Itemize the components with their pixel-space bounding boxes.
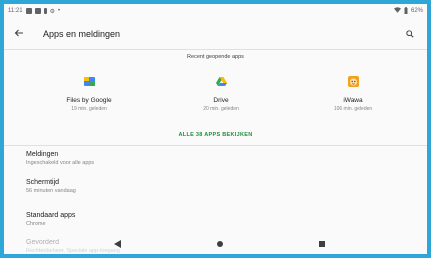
see-all-apps-button[interactable]: ALLE 38 APPS BEKIJKEN xyxy=(4,132,427,138)
more-notifications-icon: • xyxy=(57,8,61,14)
gallery-notification-icon xyxy=(25,8,32,14)
navigation-bar xyxy=(4,236,427,254)
nav-home-icon[interactable] xyxy=(215,239,225,249)
section-divider xyxy=(4,145,427,146)
status-time: 11:21 xyxy=(8,8,23,14)
page-title: Apps en meldingen xyxy=(43,29,121,39)
recent-apps-row: Files by Google 19 min. geleden Drive 20… xyxy=(4,76,427,118)
setting-subtitle: Ingeschakeld voor alle apps xyxy=(26,160,95,166)
setting-subtitle: Chrome xyxy=(26,221,46,227)
battery-icon xyxy=(404,6,408,16)
recent-app-iwawa[interactable]: iWawa 106 min. geleden xyxy=(303,76,403,112)
app-name: iWawa xyxy=(343,97,363,104)
recent-apps-header: Recent geopende apps xyxy=(187,54,244,60)
settings-notification-icon: ⚙ xyxy=(49,8,55,15)
battery-saver-notification-icon xyxy=(43,8,47,14)
setting-title: Schermtijd xyxy=(26,179,60,186)
files-by-google-icon xyxy=(83,77,95,86)
setting-subtitle: 56 minuten vandaag xyxy=(26,188,76,194)
recent-app-drive[interactable]: Drive 20 min. geleden xyxy=(171,76,271,112)
nav-back-icon[interactable] xyxy=(112,239,122,249)
recent-app-files-by-google[interactable]: Files by Google 19 min. geleden xyxy=(39,76,139,112)
app-name: Files by Google xyxy=(66,97,112,104)
app-time: 20 min. geleden xyxy=(203,106,239,112)
app-name: Drive xyxy=(213,97,229,104)
image-notification-icon xyxy=(34,8,41,14)
drive-icon xyxy=(215,77,227,86)
back-arrow-icon[interactable] xyxy=(14,27,28,41)
header-divider xyxy=(4,49,427,50)
app-time: 106 min. geleden xyxy=(333,106,373,112)
status-bar: 11:21 ⚙ • 62% xyxy=(4,4,427,18)
setting-title: Meldingen xyxy=(26,151,59,158)
battery-percentage: 62% xyxy=(410,8,423,14)
app-time: 19 min. geleden xyxy=(71,106,107,112)
app-bar: Apps en meldingen xyxy=(4,18,427,50)
search-icon[interactable] xyxy=(403,27,417,41)
iwawa-icon xyxy=(347,76,359,87)
setting-schermtijd[interactable]: Schermtijd 56 minuten vandaag xyxy=(26,179,76,194)
setting-meldingen[interactable]: Meldingen Ingeschakeld voor alle apps xyxy=(26,151,94,166)
nav-recents-icon[interactable] xyxy=(317,239,327,249)
wifi-icon xyxy=(393,7,401,15)
setting-title: Standaard apps xyxy=(26,212,76,219)
setting-standaard-apps[interactable]: Standaard apps Chrome xyxy=(26,212,75,227)
